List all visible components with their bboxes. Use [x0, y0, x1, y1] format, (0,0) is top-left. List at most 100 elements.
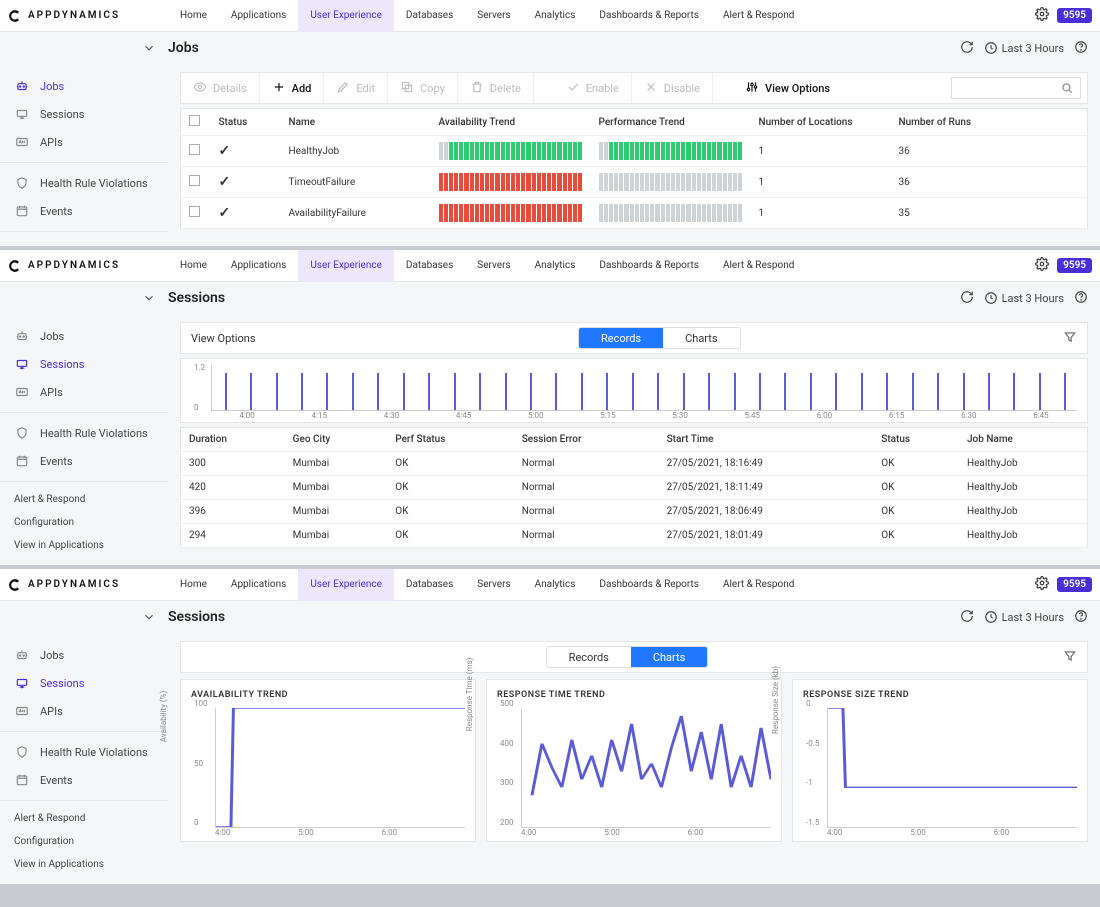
- settings-button[interactable]: [1035, 7, 1049, 24]
- nav-tab-servers[interactable]: Servers: [465, 569, 522, 601]
- col-header[interactable]: Status: [211, 109, 281, 136]
- sidebar-item-apis[interactable]: APIs: [0, 697, 168, 725]
- nav-tab-analytics[interactable]: Analytics: [523, 0, 588, 32]
- nav-tab-alert-respond[interactable]: Alert & Respond: [711, 569, 806, 601]
- col-header[interactable]: Job Name: [959, 428, 1088, 452]
- sidebar-item-hrv[interactable]: Health Rule Violations: [0, 169, 168, 197]
- view-options-button[interactable]: View Options: [191, 332, 256, 345]
- sidebar-link-alert-respond[interactable]: Alert & Respond: [0, 488, 168, 511]
- col-header[interactable]: Status: [873, 428, 959, 452]
- table-row[interactable]: 300MumbaiOKNormal27/05/2021, 18:16:49OKH…: [181, 452, 1088, 476]
- nav-tab-home[interactable]: Home: [168, 569, 219, 601]
- col-header[interactable]: Geo City: [285, 428, 388, 452]
- refresh-button[interactable]: [960, 40, 974, 57]
- edit-button[interactable]: Edit: [324, 73, 388, 103]
- nav-tab-alert-respond[interactable]: Alert & Respond: [711, 0, 806, 32]
- details-button[interactable]: Details: [181, 73, 260, 103]
- col-header[interactable]: Name: [281, 109, 431, 136]
- col-header[interactable]: Performance Trend: [591, 109, 751, 136]
- table-row[interactable]: 420MumbaiOKNormal27/05/2021, 18:11:49OKH…: [181, 476, 1088, 500]
- nav-tab-applications[interactable]: Applications: [219, 250, 298, 282]
- sidebar-item-events[interactable]: Events: [0, 447, 168, 475]
- view-options-button[interactable]: View Options: [733, 73, 842, 103]
- nav-tab-dashboards-reports[interactable]: Dashboards & Reports: [587, 569, 711, 601]
- settings-button[interactable]: [1035, 576, 1049, 593]
- time-range-selector[interactable]: Last 3 Hours: [984, 610, 1064, 624]
- row-checkbox[interactable]: [189, 144, 200, 155]
- notification-badge[interactable]: 9595: [1057, 8, 1092, 23]
- col-header[interactable]: Duration: [181, 428, 285, 452]
- sidebar-item-jobs[interactable]: Jobs: [0, 641, 168, 669]
- sidebar-item-events[interactable]: Events: [0, 766, 168, 794]
- help-button[interactable]: [1074, 609, 1088, 626]
- col-header[interactable]: Number of Locations: [751, 109, 891, 136]
- nav-tab-databases[interactable]: Databases: [394, 0, 465, 32]
- sidebar-item-sessions[interactable]: Sessions: [0, 669, 168, 697]
- nav-tab-servers[interactable]: Servers: [465, 0, 522, 32]
- sidebar-link-view-in-applications[interactable]: View in Applications: [0, 534, 168, 557]
- table-row[interactable]: ✓ AvailabilityFailure 1 35: [181, 198, 1088, 229]
- nav-tab-home[interactable]: Home: [168, 250, 219, 282]
- sidebar-collapse-button[interactable]: [0, 291, 168, 305]
- search-input[interactable]: [951, 77, 1081, 99]
- col-header[interactable]: [181, 109, 211, 136]
- row-checkbox[interactable]: [189, 175, 200, 186]
- sidebar-collapse-button[interactable]: [0, 610, 168, 624]
- tab-charts[interactable]: Charts: [663, 328, 739, 348]
- nav-tab-databases[interactable]: Databases: [394, 250, 465, 282]
- col-header[interactable]: Session Error: [514, 428, 659, 452]
- sidebar-item-events[interactable]: Events: [0, 197, 168, 225]
- filter-button[interactable]: [1063, 330, 1077, 347]
- table-row[interactable]: ✓ HealthyJob 1 36: [181, 136, 1088, 167]
- nav-tab-user-experience[interactable]: User Experience: [298, 569, 394, 601]
- tab-charts[interactable]: Charts: [631, 647, 707, 667]
- nav-tab-user-experience[interactable]: User Experience: [298, 0, 394, 32]
- tab-records[interactable]: Records: [579, 328, 663, 348]
- nav-tab-databases[interactable]: Databases: [394, 569, 465, 601]
- add-button[interactable]: Add: [260, 73, 325, 103]
- refresh-button[interactable]: [960, 290, 974, 307]
- refresh-button[interactable]: [960, 609, 974, 626]
- nav-tab-applications[interactable]: Applications: [219, 0, 298, 32]
- help-button[interactable]: [1074, 40, 1088, 57]
- nav-tab-home[interactable]: Home: [168, 0, 219, 32]
- settings-button[interactable]: [1035, 257, 1049, 274]
- tab-records[interactable]: Records: [547, 647, 631, 667]
- sidebar-link-alert-respond[interactable]: Alert & Respond: [0, 807, 168, 830]
- copy-button[interactable]: Copy: [388, 73, 458, 103]
- table-row[interactable]: 294MumbaiOKNormal27/05/2021, 18:01:49OKH…: [181, 524, 1088, 548]
- sidebar-item-sessions[interactable]: Sessions: [0, 350, 168, 378]
- sidebar-item-sessions[interactable]: Sessions: [0, 100, 168, 128]
- sidebar-link-configuration[interactable]: Configuration: [0, 830, 168, 853]
- sidebar-item-apis[interactable]: APIs: [0, 378, 168, 406]
- nav-tab-dashboards-reports[interactable]: Dashboards & Reports: [587, 250, 711, 282]
- col-header[interactable]: Number of Runs: [891, 109, 1088, 136]
- nav-tab-user-experience[interactable]: User Experience: [298, 250, 394, 282]
- table-row[interactable]: 396MumbaiOKNormal27/05/2021, 18:06:49OKH…: [181, 500, 1088, 524]
- row-checkbox[interactable]: [189, 206, 200, 217]
- nav-tab-applications[interactable]: Applications: [219, 569, 298, 601]
- sidebar-item-hrv[interactable]: Health Rule Violations: [0, 738, 168, 766]
- sidebar-item-apis[interactable]: APIs: [0, 128, 168, 156]
- sidebar-item-jobs[interactable]: Jobs: [0, 72, 168, 100]
- sidebar-item-jobs[interactable]: Jobs: [0, 322, 168, 350]
- help-button[interactable]: [1074, 290, 1088, 307]
- delete-button[interactable]: Delete: [458, 73, 534, 103]
- table-row[interactable]: ✓ TimeoutFailure 1 36: [181, 167, 1088, 198]
- col-header[interactable]: Start Time: [659, 428, 874, 452]
- notification-badge[interactable]: 9595: [1057, 258, 1092, 273]
- notification-badge[interactable]: 9595: [1057, 577, 1092, 592]
- nav-tab-alert-respond[interactable]: Alert & Respond: [711, 250, 806, 282]
- col-header[interactable]: Availability Trend: [431, 109, 591, 136]
- col-header[interactable]: Perf Status: [387, 428, 513, 452]
- sidebar-item-hrv[interactable]: Health Rule Violations: [0, 419, 168, 447]
- nav-tab-dashboards-reports[interactable]: Dashboards & Reports: [587, 0, 711, 32]
- nav-tab-servers[interactable]: Servers: [465, 250, 522, 282]
- disable-button[interactable]: Disable: [632, 73, 713, 103]
- time-range-selector[interactable]: Last 3 Hours: [984, 291, 1064, 305]
- sidebar-collapse-button[interactable]: [0, 41, 168, 55]
- time-range-selector[interactable]: Last 3 Hours: [984, 41, 1064, 55]
- enable-button[interactable]: Enable: [554, 73, 632, 103]
- nav-tab-analytics[interactable]: Analytics: [523, 569, 588, 601]
- nav-tab-analytics[interactable]: Analytics: [523, 250, 588, 282]
